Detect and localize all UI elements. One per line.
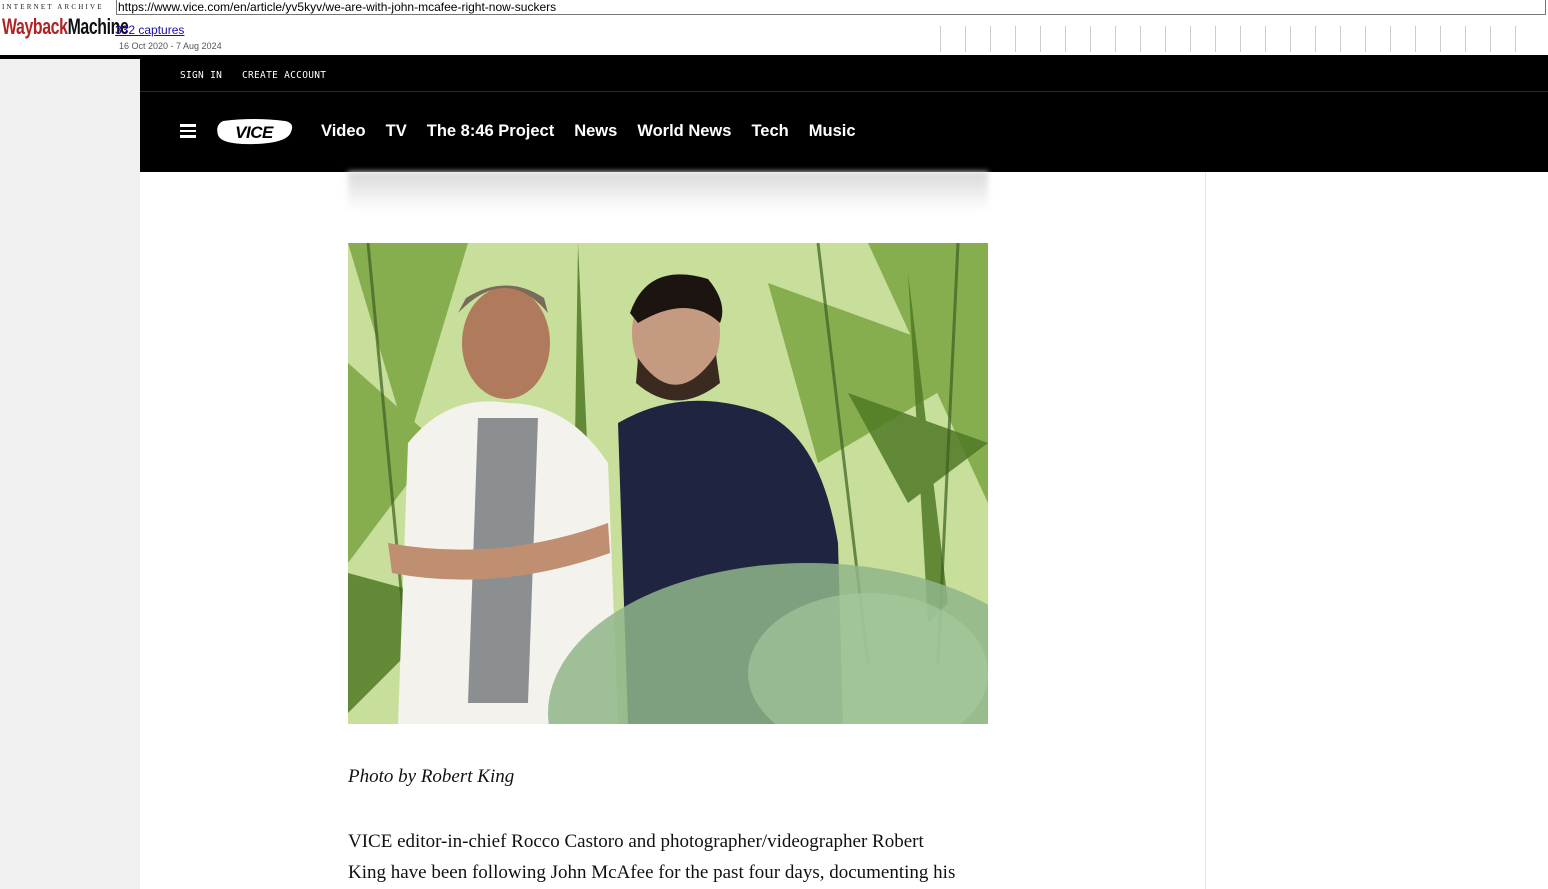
account-bar: SIGN IN CREATE ACCOUNT [140, 59, 1548, 92]
nav-link-846-project[interactable]: The 8:46 Project [427, 122, 554, 141]
blurred-ad-strip [348, 172, 988, 212]
wayback-machine-wordmark: WaybackMachine [2, 14, 129, 40]
sidebar-divider [1205, 172, 1206, 889]
svg-text:VICE: VICE [235, 123, 274, 142]
timeline-tick [1215, 26, 1216, 52]
timeline-tick [1240, 26, 1241, 52]
timeline-tick [990, 26, 991, 52]
internet-archive-label: INTERNET ARCHIVE [2, 3, 104, 11]
nav-link-world-news[interactable]: World News [637, 122, 731, 141]
nav-link-tech[interactable]: Tech [751, 122, 788, 141]
captures-link[interactable]: 332 captures [115, 23, 184, 37]
wayback-toolbar: INTERNET ARCHIVE WaybackMachine https://… [0, 0, 1548, 59]
article-body: VICE editor-in-chief Rocco Castoro and p… [348, 826, 988, 888]
timeline-tick [1515, 26, 1516, 52]
timeline-tick [1015, 26, 1016, 52]
timeline-tick [1440, 26, 1441, 52]
timeline-tick [1490, 26, 1491, 52]
wayback-word: Wayback [2, 14, 68, 39]
nav-link-tv[interactable]: TV [386, 122, 407, 141]
article-photo [348, 243, 988, 724]
timeline-tick [1465, 26, 1466, 52]
timeline-tick [1365, 26, 1366, 52]
jungle-portrait-image [348, 243, 988, 724]
timeline-tick [1415, 26, 1416, 52]
timeline-tick [1165, 26, 1166, 52]
timeline-tick [940, 26, 941, 52]
timeline-tick [1265, 26, 1266, 52]
nav-link-music[interactable]: Music [809, 122, 856, 141]
photo-caption: Photo by Robert King [348, 766, 515, 787]
sign-in-link[interactable]: SIGN IN [180, 70, 222, 81]
main-navigation: VICE Video TV The 8:46 Project News Worl… [140, 92, 1548, 172]
wayback-logo[interactable]: INTERNET ARCHIVE WaybackMachine [2, 2, 129, 42]
vice-page: SIGN IN CREATE ACCOUNT VICE Video TV The… [140, 59, 1548, 889]
timeline-tick [1065, 26, 1066, 52]
timeline-tick [1315, 26, 1316, 52]
capture-date-range: 16 Oct 2020 - 7 Aug 2024 [119, 41, 222, 51]
nav-link-video[interactable]: Video [321, 122, 366, 141]
timeline-tick [1115, 26, 1116, 52]
nav-links: Video TV The 8:46 Project News World New… [321, 122, 876, 141]
wayback-url-field[interactable]: https://www.vice.com/en/article/yv5kyv/w… [116, 0, 1546, 15]
timeline-tick [1040, 26, 1041, 52]
timeline-tick [1140, 26, 1141, 52]
hamburger-menu-icon[interactable] [180, 124, 196, 138]
create-account-link[interactable]: CREATE ACCOUNT [242, 70, 326, 81]
timeline-tick [1340, 26, 1341, 52]
paragraph-line: King have been following John McAfee for… [348, 862, 956, 883]
paragraph-line: VICE editor-in-chief Rocco Castoro and p… [348, 831, 924, 852]
timeline-tick [1090, 26, 1091, 52]
capture-timeline[interactable] [940, 26, 1546, 52]
timeline-tick [1390, 26, 1391, 52]
vice-logo[interactable]: VICE [215, 119, 293, 145]
timeline-tick [1190, 26, 1191, 52]
nav-link-news[interactable]: News [574, 122, 617, 141]
timeline-tick [965, 26, 966, 52]
timeline-tick [1290, 26, 1291, 52]
